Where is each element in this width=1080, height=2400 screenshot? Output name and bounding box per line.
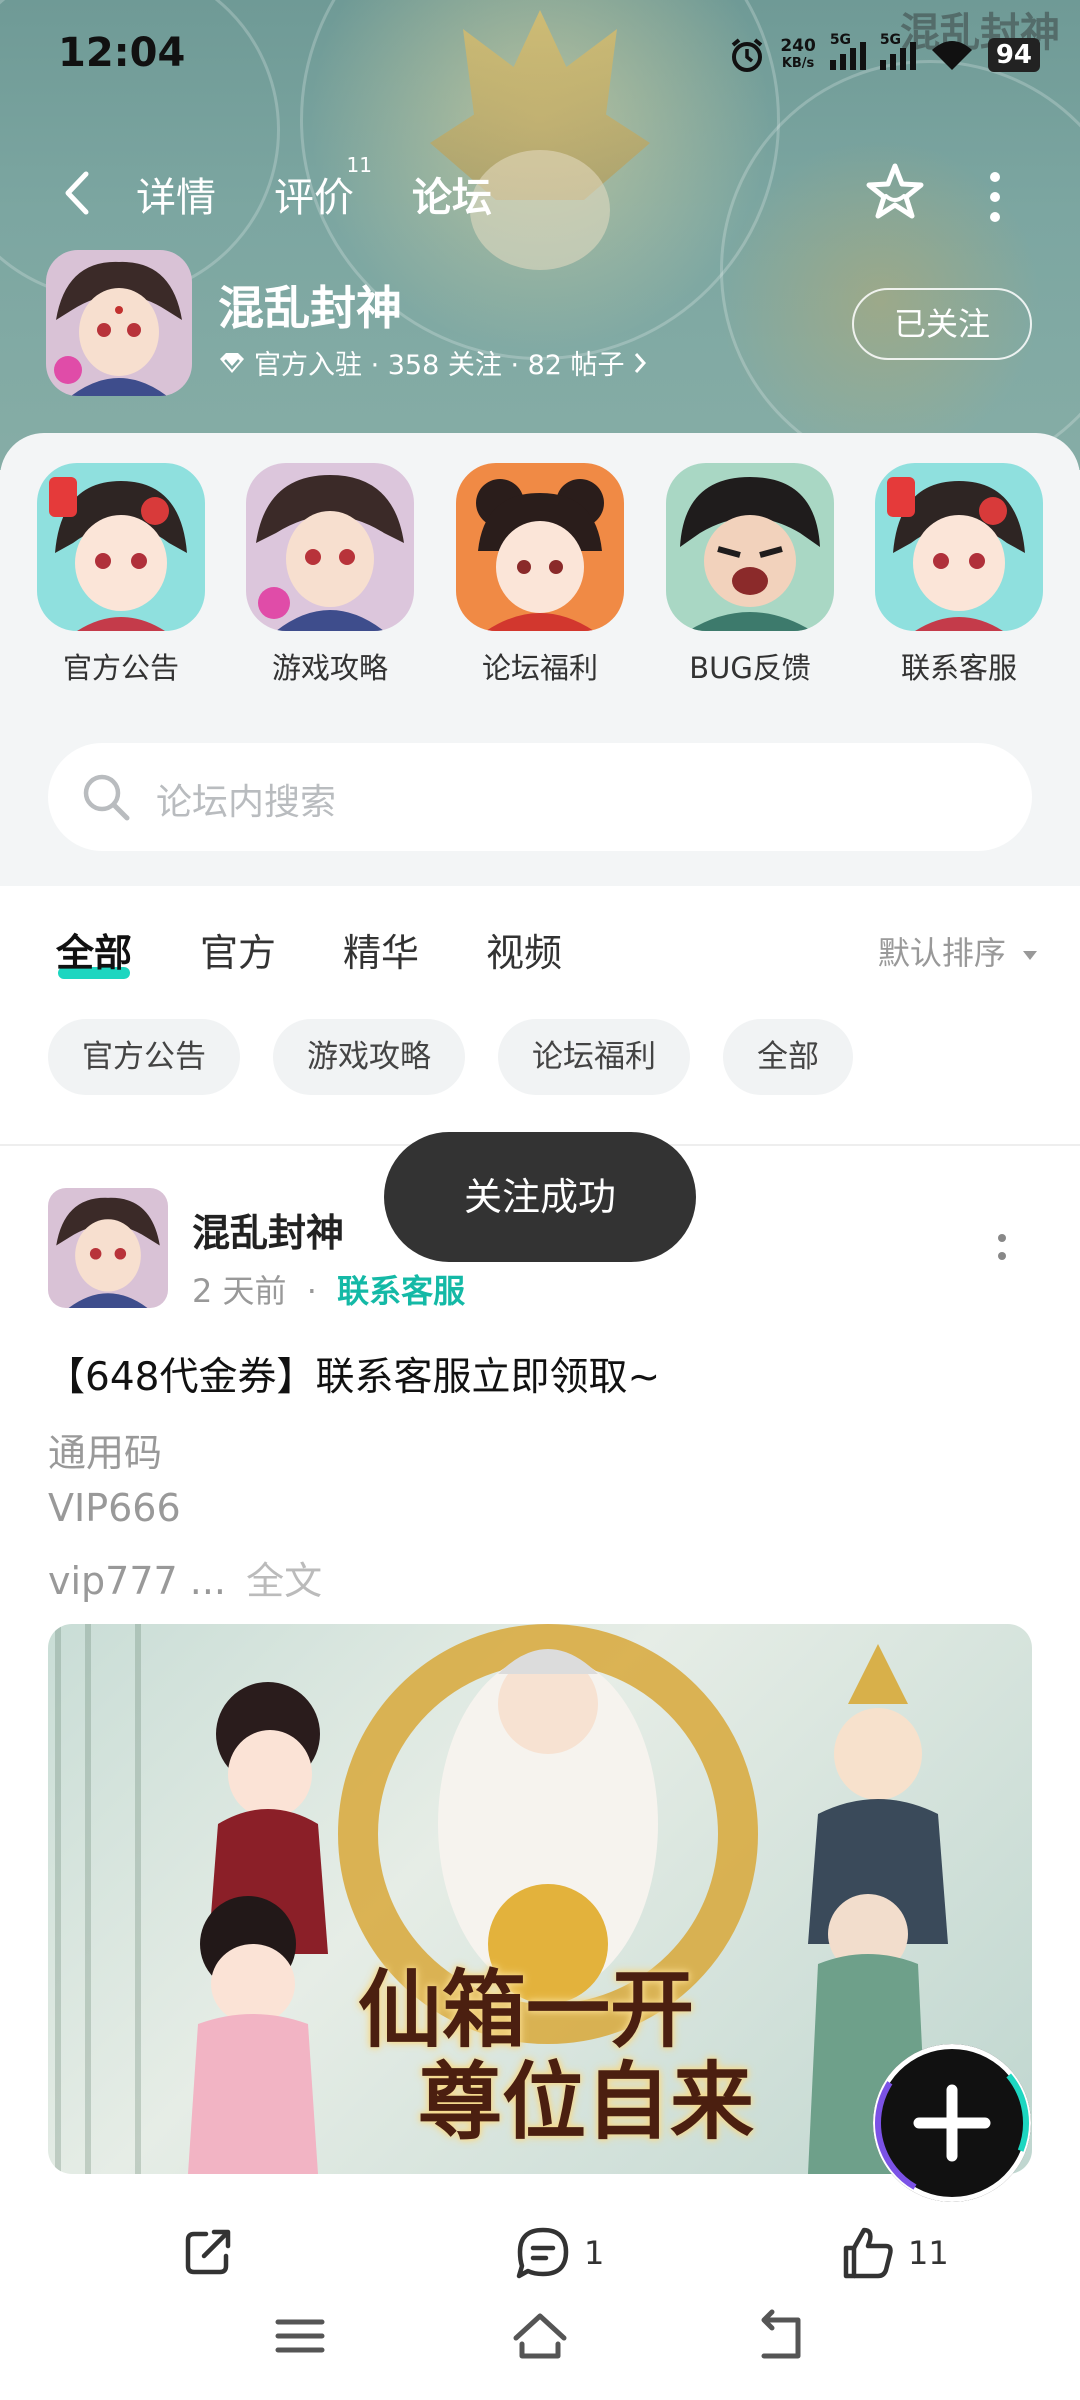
- new-post-button[interactable]: [873, 2044, 1031, 2202]
- more-options-icon[interactable]: [985, 172, 1005, 222]
- thumbs-up-icon: [843, 2227, 893, 2279]
- menu-icon[interactable]: [270, 2306, 330, 2366]
- chip-benefits[interactable]: 论坛福利: [498, 1019, 690, 1095]
- back-icon[interactable]: [750, 2306, 810, 2366]
- chip-all[interactable]: 全部: [723, 1019, 853, 1095]
- post-line: vip777 ... 全文: [48, 1559, 323, 1603]
- chip-guides[interactable]: 游戏攻略: [273, 1019, 465, 1095]
- post-more-icon[interactable]: [995, 1234, 1009, 1274]
- search-input[interactable]: 论坛内搜索: [156, 773, 336, 825]
- quick-link-guides[interactable]: 游戏攻略: [245, 463, 415, 687]
- filter-tab-featured[interactable]: 精华: [343, 922, 419, 977]
- signal-icon-sim2: 5G: [879, 32, 916, 70]
- like-button[interactable]: 11: [840, 2226, 949, 2280]
- caret-down-icon: [1023, 951, 1037, 960]
- comment-icon: [516, 2227, 569, 2279]
- search-icon: [83, 774, 130, 821]
- home-icon[interactable]: [510, 2306, 570, 2366]
- guides-avatar-icon: [246, 463, 414, 631]
- network-speed: 240 KB/s: [780, 36, 816, 71]
- quick-link-bug-report[interactable]: BUG反馈: [665, 463, 835, 687]
- post-category[interactable]: 联系客服: [337, 1272, 465, 1310]
- quick-link-benefits[interactable]: 论坛福利: [455, 463, 625, 687]
- post-time: 2 天前: [192, 1272, 287, 1310]
- follow-button[interactable]: 已关注: [852, 288, 1032, 360]
- post-line: 通用码: [48, 1431, 163, 1475]
- chevron-right-icon: [634, 352, 646, 373]
- sort-dropdown[interactable]: 默认排序: [878, 928, 1038, 974]
- quick-link-announcement[interactable]: 官方公告: [36, 463, 206, 687]
- forum-search-bar[interactable]: 论坛内搜索: [48, 743, 1032, 851]
- back-arrow-icon[interactable]: [58, 168, 98, 218]
- filter-tab-video[interactable]: 视频: [486, 922, 562, 977]
- quick-link-customer-service[interactable]: 联系客服: [874, 463, 1044, 687]
- toast-message: 关注成功: [384, 1132, 696, 1262]
- post-line: VIP666: [48, 1486, 181, 1530]
- filter-tab-all[interactable]: 全部: [56, 922, 132, 979]
- comment-button[interactable]: 1: [514, 2226, 604, 2280]
- post-image-text: 仙箱一开 尊位自来: [358, 1960, 755, 2151]
- plus-icon: [875, 2046, 1029, 2200]
- favorite-star-icon[interactable]: [862, 160, 928, 226]
- forum-sheet: 官方公告 游戏攻略 论坛福利 BUG反馈 联系客服 论坛内搜索: [0, 433, 1080, 883]
- post-title[interactable]: 【648代金券】联系客服立即领取~: [46, 1346, 660, 1402]
- post-meta: 2 天前 · 联系客服: [192, 1272, 466, 1310]
- alarm-icon: [732, 38, 763, 72]
- battery-indicator: 94: [987, 38, 1040, 72]
- tab-reviews[interactable]: 评价 11: [274, 153, 372, 223]
- comment-count: 1: [584, 2234, 605, 2272]
- filter-tab-official[interactable]: 官方: [200, 922, 276, 977]
- post-author-avatar[interactable]: [48, 1188, 168, 1308]
- customer-service-avatar-icon: [875, 463, 1043, 631]
- diamond-icon: [220, 352, 244, 373]
- chip-announcement[interactable]: 官方公告: [48, 1019, 240, 1095]
- game-icon[interactable]: [46, 250, 192, 396]
- game-meta[interactable]: 官方入驻 · 358 关注 · 82 帖子: [218, 343, 647, 382]
- post-actions: 1 11: [0, 2226, 1080, 2286]
- system-nav-bar: [0, 2286, 1080, 2400]
- reviews-count-badge: 11: [346, 153, 372, 177]
- tab-details[interactable]: 详情: [136, 165, 216, 223]
- benefits-avatar-icon: [456, 463, 624, 631]
- like-count: 11: [908, 2234, 949, 2272]
- share-icon: [185, 2229, 231, 2275]
- announcement-avatar-icon: [37, 463, 205, 631]
- signal-icon-sim1: 5G: [829, 32, 866, 70]
- wifi-icon: [931, 41, 972, 70]
- bug-report-avatar-icon: [666, 463, 834, 631]
- top-nav: 详情 评价 11 论坛: [0, 150, 1080, 240]
- tab-forum[interactable]: 论坛: [412, 165, 492, 225]
- game-name: 混乱封神: [218, 281, 402, 335]
- game-stats: 官方入驻 · 358 关注 · 82 帖子: [254, 350, 625, 381]
- share-button[interactable]: [182, 2226, 238, 2278]
- status-bar: 12:04 240 KB/s 5G 5G 94: [0, 0, 1080, 110]
- clock: 12:04: [58, 30, 186, 76]
- full-text-link[interactable]: 全文: [246, 1559, 322, 1603]
- post-author-name[interactable]: 混乱封神: [192, 1202, 344, 1257]
